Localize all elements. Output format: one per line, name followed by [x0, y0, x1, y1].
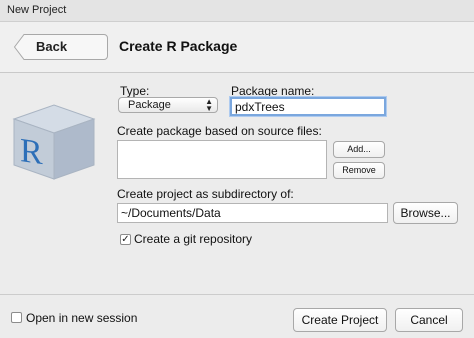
dialog-footer: Open in new session Create Project Cance…	[0, 294, 474, 338]
git-label: Create a git repository	[134, 232, 253, 246]
type-select[interactable]: Package ▲ ▼	[118, 97, 218, 113]
checkmark-icon: ✓	[121, 234, 130, 245]
package-name-value: pdxTrees	[235, 100, 285, 114]
new-session-label: Open in new session	[26, 311, 138, 325]
source-files-label: Create package based on source files:	[117, 124, 322, 138]
type-select-value: Package	[128, 99, 171, 111]
source-files-list[interactable]	[117, 140, 327, 179]
cancel-button[interactable]: Cancel	[395, 308, 463, 332]
git-checkbox[interactable]: ✓	[120, 234, 131, 245]
window-titlebar: New Project	[0, 0, 474, 22]
type-label: Type:	[120, 84, 150, 98]
dialog-header: Back Create R Package	[0, 22, 474, 73]
window-title: New Project	[7, 4, 67, 16]
up-down-arrows-icon: ▲ ▼	[205, 97, 213, 113]
subdir-input[interactable]: ~/Documents/Data	[117, 203, 388, 223]
back-button-label: Back	[36, 39, 68, 54]
subdir-label: Create project as subdirectory of:	[117, 187, 294, 201]
package-name-input[interactable]: pdxTrees	[230, 97, 386, 116]
subdir-value: ~/Documents/Data	[121, 206, 221, 220]
create-project-button[interactable]: Create Project	[293, 308, 387, 332]
new-session-checkbox[interactable]	[11, 312, 22, 323]
svg-text:R: R	[20, 132, 43, 172]
r-package-box-icon: R	[6, 95, 96, 190]
back-button[interactable]: Back	[14, 34, 108, 60]
page-title: Create R Package	[119, 38, 238, 54]
browse-button[interactable]: Browse...	[393, 202, 458, 224]
package-name-label: Package name:	[231, 84, 315, 98]
add-button[interactable]: Add...	[333, 141, 385, 158]
remove-button[interactable]: Remove	[333, 162, 385, 179]
